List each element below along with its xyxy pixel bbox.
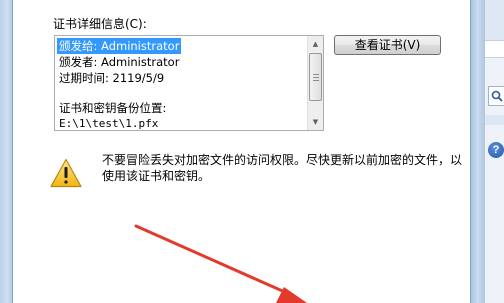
scroll-thumb[interactable] — [309, 53, 322, 101]
warning-icon — [50, 158, 82, 188]
help-icon[interactable]: ? — [488, 142, 504, 158]
backup-path-line: E:\1\test\1.pfx — [59, 117, 159, 130]
issued-by-line: 颁发者: Administrator — [59, 55, 180, 69]
certificate-details-label: 证书详细信息(C): — [53, 17, 147, 31]
scroll-down-icon[interactable]: ▼ — [308, 114, 323, 130]
window-frame-right — [470, 0, 484, 303]
certificate-details-content: 颁发给: Administrator 颁发者: Administrator 过期… — [57, 38, 307, 130]
background-window: ? — [484, 0, 504, 303]
search-box[interactable] — [488, 86, 504, 106]
issued-to-line[interactable]: 颁发给: Administrator — [57, 38, 182, 54]
search-icon[interactable] — [491, 90, 503, 102]
encrypting-file-system-dialog: 证书详细信息(C): 颁发给: Administrator 颁发者: Admin… — [14, 0, 470, 303]
backup-location-label: 证书和密钥备份位置: — [59, 101, 167, 115]
details-scrollbar[interactable]: ▲ ▼ — [307, 36, 323, 130]
scroll-up-icon[interactable]: ▲ — [308, 36, 323, 52]
certificate-details-textbox[interactable]: 颁发给: Administrator 颁发者: Administrator 过期… — [54, 35, 324, 131]
view-certificate-button[interactable]: 查看证书(V) — [334, 35, 441, 55]
window-frame-left — [0, 0, 13, 303]
warning-message: 不要冒险丢失对加密文件的访问权限。尽快更新以前加密的文件，以使用该证书和密钥。 — [102, 153, 463, 183]
expiry-line: 过期时间: 2119/5/9 — [59, 71, 165, 85]
